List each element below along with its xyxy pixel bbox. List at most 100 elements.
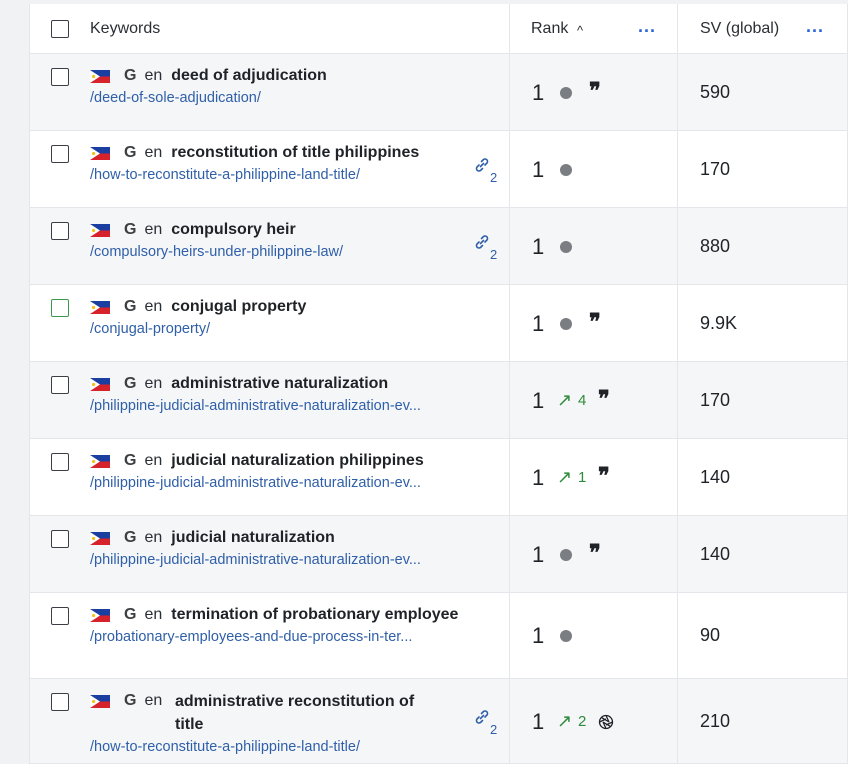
rank-value: 1 (532, 623, 545, 648)
url-link[interactable]: /how-to-reconstitute-a-philippine-land-t… (90, 167, 360, 183)
search-volume: 590 (700, 82, 731, 102)
search-volume: 210 (700, 711, 731, 731)
language-code: en (144, 692, 163, 709)
rank-cell: 1 ❞ (510, 285, 678, 361)
url-link[interactable]: /compulsory-heirs-under-philippine-law/ (90, 244, 343, 260)
search-volume: 90 (700, 625, 721, 645)
header-rank-cell[interactable]: Rank ^ ... (510, 4, 678, 53)
language-code: en (144, 529, 163, 546)
no-change-dot-icon (560, 630, 572, 642)
philippines-flag-icon (90, 146, 110, 160)
row-checkbox[interactable] (51, 68, 69, 86)
featured-snippet-quote-icon: ❞ (589, 540, 601, 566)
table-row: Gen reconstitution of title philippines/h… (30, 131, 847, 208)
keywords-column-label: Keywords (90, 20, 161, 37)
sv-cell: 140 (678, 516, 847, 592)
google-icon: G (124, 692, 137, 709)
aperture-icon (598, 714, 614, 730)
table-row: Gen termination of probationary employee /… (30, 593, 847, 679)
row-checkbox[interactable] (51, 453, 69, 471)
philippines-flag-icon (90, 223, 110, 237)
keyword-cell: Gen judicial naturalization/philippine-ju… (30, 516, 510, 592)
featured-snippet-quote-icon: ❞ (589, 309, 601, 335)
row-checkbox[interactable] (51, 693, 69, 711)
link-icon[interactable] (473, 233, 491, 251)
keyword-text[interactable]: administrative reconstitution of title (175, 690, 415, 736)
philippines-flag-icon (90, 608, 110, 622)
url-link[interactable]: /deed-of-sole-adjudication/ (90, 90, 261, 106)
table-row: Gen administrative naturalization/philipp… (30, 362, 847, 439)
rank-value: 1 (532, 542, 545, 567)
language-code: en (144, 144, 163, 161)
philippines-flag-icon (90, 454, 110, 468)
search-volume: 170 (700, 159, 731, 179)
sv-cell: 170 (678, 362, 847, 438)
sv-column-label[interactable]: SV (global) (700, 20, 779, 38)
table-row: Gen judicial naturalization/philippine-ju… (30, 516, 847, 593)
google-icon: G (124, 298, 137, 315)
url-link[interactable]: /philippine-judicial-administrative-natu… (90, 475, 421, 491)
google-icon: G (124, 67, 137, 84)
sv-cell: 170 (678, 131, 847, 207)
url-link[interactable]: /conjugal-property/ (90, 321, 210, 337)
url-link[interactable]: /philippine-judicial-administrative-natu… (90, 398, 421, 414)
keyword-cell: Gen compulsory heir/compulsory-heirs-unde… (30, 208, 510, 284)
no-change-dot-icon (560, 549, 572, 561)
header-sv-cell[interactable]: SV (global) ... (678, 4, 847, 53)
search-volume: 170 (700, 390, 731, 410)
no-change-dot-icon (560, 164, 572, 176)
keyword-cell: Gen administrative reconstitution of titl… (30, 679, 510, 763)
rank-value: 1 (532, 709, 545, 734)
keyword-text[interactable]: conjugal property (171, 298, 306, 316)
keyword-text[interactable]: administrative naturalization (171, 375, 388, 393)
link-icon[interactable] (473, 156, 491, 174)
language-code: en (144, 221, 163, 238)
sort-ascending-icon[interactable]: ^ (577, 23, 583, 38)
row-checkbox[interactable] (51, 530, 69, 548)
row-checkbox[interactable] (51, 299, 69, 317)
row-checkbox[interactable] (51, 376, 69, 394)
language-code: en (144, 606, 163, 623)
keyword-text[interactable]: judicial naturalization philippines (171, 452, 423, 470)
keyword-cell: Gen conjugal property/conjugal-property/ (30, 285, 510, 361)
keyword-text[interactable]: deed of adjudication (171, 67, 327, 85)
row-checkbox[interactable] (51, 145, 69, 163)
rank-cell: 1 ↗ 1 ❞ (510, 439, 678, 515)
featured-snippet-quote-icon: ❞ (589, 78, 601, 104)
rank-cell: 1 (510, 593, 678, 678)
rank-column-label[interactable]: Rank (531, 20, 568, 38)
rank-change: 1 (578, 469, 587, 486)
search-volume: 880 (700, 236, 731, 256)
url-link[interactable]: /how-to-reconstitute-a-philippine-land-t… (90, 739, 360, 755)
keywords-table: Keywords Rank ^ ... SV (global) ... Gen d… (29, 4, 848, 764)
language-code: en (144, 298, 163, 315)
rank-change: 4 (578, 392, 587, 409)
keyword-text[interactable]: termination of probationary employee (171, 606, 458, 624)
philippines-flag-icon (90, 69, 110, 83)
keyword-text[interactable]: judicial naturalization (171, 529, 335, 547)
rank-cell: 1 ❞ (510, 516, 678, 592)
rank-cell: 1 ❞ (510, 54, 678, 130)
keyword-text[interactable]: reconstitution of title philippines (171, 144, 419, 162)
philippines-flag-icon (90, 377, 110, 391)
row-checkbox[interactable] (51, 607, 69, 625)
keyword-text[interactable]: compulsory heir (171, 221, 295, 239)
rank-column-menu-icon[interactable]: ... (638, 16, 656, 37)
header-keywords-cell: Keywords (30, 4, 510, 53)
select-all-checkbox[interactable] (51, 20, 69, 38)
keyword-cell: Gen administrative naturalization/philipp… (30, 362, 510, 438)
url-link[interactable]: /probationary-employees-and-due-process-… (90, 629, 412, 645)
keyword-cell: Gen reconstitution of title philippines/h… (30, 131, 510, 207)
keyword-cell: Gen termination of probationary employee /… (30, 593, 510, 678)
google-icon: G (124, 375, 137, 392)
sv-column-menu-icon[interactable]: ... (806, 16, 824, 37)
link-icon[interactable] (473, 708, 491, 726)
rank-value: 1 (532, 234, 545, 259)
rank-value: 1 (532, 311, 545, 336)
rank-cell: 1 (510, 131, 678, 207)
row-checkbox[interactable] (51, 222, 69, 240)
language-code: en (144, 375, 163, 392)
url-link[interactable]: /philippine-judicial-administrative-natu… (90, 552, 421, 568)
arrow-up-right-icon: ↗ (557, 390, 573, 410)
table-row: Gen compulsory heir/compulsory-heirs-unde… (30, 208, 847, 285)
